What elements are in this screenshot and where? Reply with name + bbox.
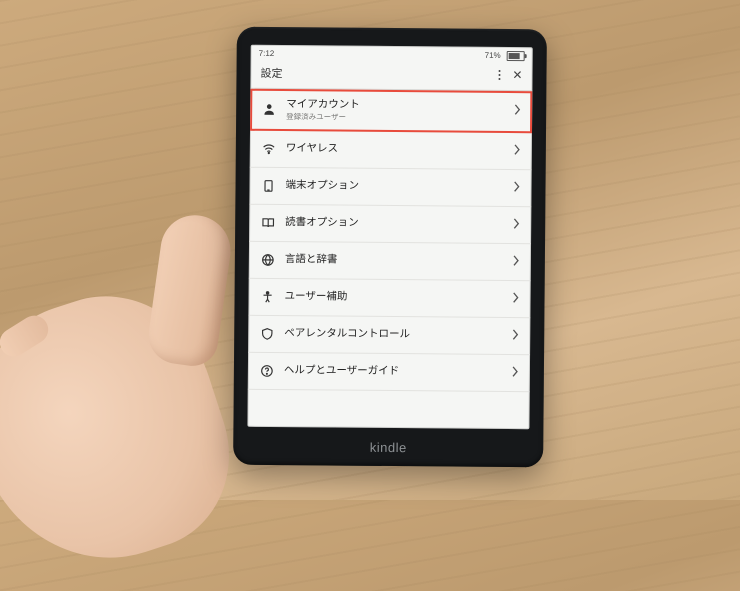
book-icon [260, 215, 275, 230]
settings-label: ワイヤレス [286, 142, 504, 156]
settings-label: マイアカウント [286, 98, 504, 112]
chevron-right-icon [512, 364, 519, 382]
shield-icon [259, 326, 274, 341]
chevron-right-icon [513, 179, 520, 197]
settings-label: ユーザー補助 [285, 290, 503, 304]
wifi-icon [261, 141, 276, 156]
chevron-right-icon [512, 290, 519, 308]
user-icon [261, 102, 276, 117]
chevron-right-icon [512, 327, 519, 345]
chevron-right-icon [514, 102, 521, 120]
help-icon [259, 363, 274, 378]
chevron-right-icon [513, 253, 520, 271]
settings-row-wireless[interactable]: ワイヤレス [250, 130, 532, 169]
device-icon [260, 178, 275, 193]
settings-row-device-options[interactable]: 端末オプション [249, 167, 531, 206]
settings-list: マイアカウント 登録済みユーザー ワイヤレス 端末オプション [248, 89, 533, 392]
more-menu-icon[interactable] [498, 70, 500, 80]
chevron-right-icon [513, 216, 520, 234]
settings-sublabel: 登録済みユーザー [286, 112, 504, 123]
globe-icon [260, 252, 275, 267]
settings-row-parental-controls[interactable]: ペアレンタルコントロール [248, 315, 530, 354]
battery-icon [505, 50, 525, 60]
page-title: 設定 [260, 65, 282, 81]
settings-row-language-dictionaries[interactable]: 言語と辞書 [249, 241, 531, 280]
settings-label: 読書オプション [285, 216, 503, 230]
header-bar: 設定 ✕ [250, 62, 532, 91]
device-screen: 7:12 71% 設定 ✕ マイアカウント 登録 [247, 45, 532, 429]
kindle-device: 7:12 71% 設定 ✕ マイアカウント 登録 [233, 27, 547, 468]
accessibility-icon [259, 289, 274, 304]
settings-label: ヘルプとユーザーガイド [284, 364, 502, 378]
battery-percent: 71% [485, 51, 501, 60]
settings-row-accessibility[interactable]: ユーザー補助 [248, 278, 530, 317]
settings-label: 言語と辞書 [285, 253, 503, 267]
device-brand: kindle [233, 439, 543, 457]
close-icon[interactable]: ✕ [512, 69, 522, 81]
settings-row-reading-options[interactable]: 読書オプション [249, 204, 531, 243]
status-time: 7:12 [259, 49, 275, 58]
settings-label: 端末オプション [285, 179, 503, 193]
chevron-right-icon [514, 142, 521, 160]
settings-label: ペアレンタルコントロール [284, 327, 502, 341]
settings-row-help[interactable]: ヘルプとユーザーガイド [248, 352, 530, 391]
settings-row-my-account[interactable]: マイアカウント 登録済みユーザー [250, 89, 532, 133]
